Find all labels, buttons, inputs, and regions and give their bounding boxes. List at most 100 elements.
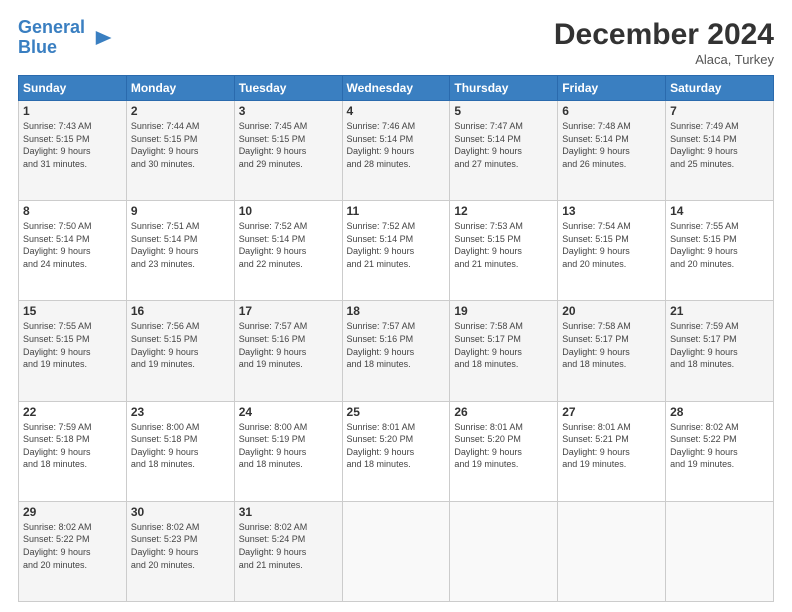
day-header: Sunday <box>19 76 127 101</box>
day-number: 18 <box>347 304 446 318</box>
day-cell <box>666 501 774 601</box>
day-number: 8 <box>23 204 122 218</box>
day-number: 27 <box>562 405 661 419</box>
header-row: SundayMondayTuesdayWednesdayThursdayFrid… <box>19 76 774 101</box>
day-info: Sunrise: 7:46 AM Sunset: 5:14 PM Dayligh… <box>347 120 446 170</box>
day-cell: 4Sunrise: 7:46 AM Sunset: 5:14 PM Daylig… <box>342 101 450 201</box>
day-number: 13 <box>562 204 661 218</box>
day-cell: 2 Sunrise: 7:44 AM Sunset: 5:15 PM Daylig… <box>126 101 234 201</box>
day-cell: 10Sunrise: 7:52 AM Sunset: 5:14 PM Dayli… <box>234 201 342 301</box>
day-cell: 27 Sunrise: 8:01 AM Sunset: 5:21 PM Dayli… <box>558 401 666 501</box>
location: Alaca, Turkey <box>554 52 774 67</box>
day-info: Sunrise: 7:59 AM Sunset: 5:17 PM Dayligh… <box>670 320 769 370</box>
week-row: 1Sunrise: 7:43 AM Sunset: 5:15 PM Daylig… <box>19 101 774 201</box>
month-title: December 2024 <box>554 18 774 52</box>
day-number: 17 <box>239 304 338 318</box>
day-cell: 8 Sunrise: 7:50 AM Sunset: 5:14 PM Daylig… <box>19 201 127 301</box>
day-cell: 18 Sunrise: 7:57 AM Sunset: 5:16 PM Dayli… <box>342 301 450 401</box>
day-number: 30 <box>131 505 230 519</box>
day-cell: 20 Sunrise: 7:58 AM Sunset: 5:17 PM Dayli… <box>558 301 666 401</box>
header: GeneralBlue December 2024 Alaca, Turkey <box>18 18 774 67</box>
day-cell: 13Sunrise: 7:54 AM Sunset: 5:15 PM Dayli… <box>558 201 666 301</box>
day-info: Sunrise: 8:02 AM Sunset: 5:24 PM Dayligh… <box>239 521 338 571</box>
day-info: Sunrise: 7:55 AM Sunset: 5:15 PM Dayligh… <box>670 220 769 270</box>
day-number: 3 <box>239 104 338 118</box>
page: GeneralBlue December 2024 Alaca, Turkey … <box>0 0 792 612</box>
day-info: Sunrise: 8:00 AM Sunset: 5:19 PM Dayligh… <box>239 421 338 471</box>
week-row: 22 Sunrise: 7:59 AM Sunset: 5:18 PM Dayli… <box>19 401 774 501</box>
day-number: 9 <box>131 204 230 218</box>
day-info: Sunrise: 7:45 AM Sunset: 5:15 PM Dayligh… <box>239 120 338 170</box>
title-block: December 2024 Alaca, Turkey <box>554 18 774 67</box>
logo-text: GeneralBlue <box>18 18 85 58</box>
logo-icon <box>87 24 115 52</box>
day-cell <box>450 501 558 601</box>
day-cell: 7 Sunrise: 7:49 AM Sunset: 5:14 PM Daylig… <box>666 101 774 201</box>
day-info: Sunrise: 8:01 AM Sunset: 5:21 PM Dayligh… <box>562 421 661 471</box>
day-header: Thursday <box>450 76 558 101</box>
day-number: 31 <box>239 505 338 519</box>
day-number: 24 <box>239 405 338 419</box>
week-row: 8 Sunrise: 7:50 AM Sunset: 5:14 PM Daylig… <box>19 201 774 301</box>
day-cell: 28Sunrise: 8:02 AM Sunset: 5:22 PM Dayli… <box>666 401 774 501</box>
day-cell: 14 Sunrise: 7:55 AM Sunset: 5:15 PM Dayli… <box>666 201 774 301</box>
day-number: 23 <box>131 405 230 419</box>
day-cell: 5 Sunrise: 7:47 AM Sunset: 5:14 PM Daylig… <box>450 101 558 201</box>
day-number: 16 <box>131 304 230 318</box>
day-cell: 9 Sunrise: 7:51 AM Sunset: 5:14 PM Daylig… <box>126 201 234 301</box>
day-info: Sunrise: 7:56 AM Sunset: 5:15 PM Dayligh… <box>131 320 230 370</box>
day-cell: 25 Sunrise: 8:01 AM Sunset: 5:20 PM Dayli… <box>342 401 450 501</box>
day-header: Monday <box>126 76 234 101</box>
day-info: Sunrise: 7:52 AM Sunset: 5:14 PM Dayligh… <box>347 220 446 270</box>
day-info: Sunrise: 7:47 AM Sunset: 5:14 PM Dayligh… <box>454 120 553 170</box>
day-number: 29 <box>23 505 122 519</box>
day-cell: 3 Sunrise: 7:45 AM Sunset: 5:15 PM Daylig… <box>234 101 342 201</box>
day-info: Sunrise: 7:43 AM Sunset: 5:15 PM Dayligh… <box>23 120 122 170</box>
day-cell: 26Sunrise: 8:01 AM Sunset: 5:20 PM Dayli… <box>450 401 558 501</box>
day-number: 7 <box>670 104 769 118</box>
day-info: Sunrise: 7:48 AM Sunset: 5:14 PM Dayligh… <box>562 120 661 170</box>
day-cell: 11 Sunrise: 7:52 AM Sunset: 5:14 PM Dayli… <box>342 201 450 301</box>
day-cell: 23 Sunrise: 8:00 AM Sunset: 5:18 PM Dayli… <box>126 401 234 501</box>
day-header: Saturday <box>666 76 774 101</box>
day-info: Sunrise: 7:59 AM Sunset: 5:18 PM Dayligh… <box>23 421 122 471</box>
day-info: Sunrise: 8:01 AM Sunset: 5:20 PM Dayligh… <box>347 421 446 471</box>
day-info: Sunrise: 7:57 AM Sunset: 5:16 PM Dayligh… <box>347 320 446 370</box>
day-info: Sunrise: 8:00 AM Sunset: 5:18 PM Dayligh… <box>131 421 230 471</box>
day-number: 2 <box>131 104 230 118</box>
day-info: Sunrise: 7:49 AM Sunset: 5:14 PM Dayligh… <box>670 120 769 170</box>
day-info: Sunrise: 7:50 AM Sunset: 5:14 PM Dayligh… <box>23 220 122 270</box>
day-header: Wednesday <box>342 76 450 101</box>
day-number: 26 <box>454 405 553 419</box>
day-cell: 19 Sunrise: 7:58 AM Sunset: 5:17 PM Dayli… <box>450 301 558 401</box>
day-cell: 31 Sunrise: 8:02 AM Sunset: 5:24 PM Dayli… <box>234 501 342 601</box>
day-info: Sunrise: 7:58 AM Sunset: 5:17 PM Dayligh… <box>562 320 661 370</box>
day-info: Sunrise: 7:44 AM Sunset: 5:15 PM Dayligh… <box>131 120 230 170</box>
day-number: 6 <box>562 104 661 118</box>
calendar-table: SundayMondayTuesdayWednesdayThursdayFrid… <box>18 75 774 602</box>
day-cell <box>558 501 666 601</box>
day-cell: 15Sunrise: 7:55 AM Sunset: 5:15 PM Dayli… <box>19 301 127 401</box>
day-cell: 1Sunrise: 7:43 AM Sunset: 5:15 PM Daylig… <box>19 101 127 201</box>
day-cell: 24 Sunrise: 8:00 AM Sunset: 5:19 PM Dayli… <box>234 401 342 501</box>
day-info: Sunrise: 7:58 AM Sunset: 5:17 PM Dayligh… <box>454 320 553 370</box>
day-number: 15 <box>23 304 122 318</box>
day-number: 14 <box>670 204 769 218</box>
day-cell: 29 Sunrise: 8:02 AM Sunset: 5:22 PM Dayli… <box>19 501 127 601</box>
day-number: 10 <box>239 204 338 218</box>
day-info: Sunrise: 8:02 AM Sunset: 5:22 PM Dayligh… <box>670 421 769 471</box>
day-number: 25 <box>347 405 446 419</box>
day-header: Friday <box>558 76 666 101</box>
day-info: Sunrise: 7:51 AM Sunset: 5:14 PM Dayligh… <box>131 220 230 270</box>
day-number: 19 <box>454 304 553 318</box>
day-number: 22 <box>23 405 122 419</box>
day-cell: 22 Sunrise: 7:59 AM Sunset: 5:18 PM Dayli… <box>19 401 127 501</box>
day-number: 11 <box>347 204 446 218</box>
day-info: Sunrise: 8:02 AM Sunset: 5:22 PM Dayligh… <box>23 521 122 571</box>
day-info: Sunrise: 7:53 AM Sunset: 5:15 PM Dayligh… <box>454 220 553 270</box>
day-number: 5 <box>454 104 553 118</box>
day-cell: 16 Sunrise: 7:56 AM Sunset: 5:15 PM Dayli… <box>126 301 234 401</box>
day-number: 20 <box>562 304 661 318</box>
week-row: 15Sunrise: 7:55 AM Sunset: 5:15 PM Dayli… <box>19 301 774 401</box>
day-cell <box>342 501 450 601</box>
